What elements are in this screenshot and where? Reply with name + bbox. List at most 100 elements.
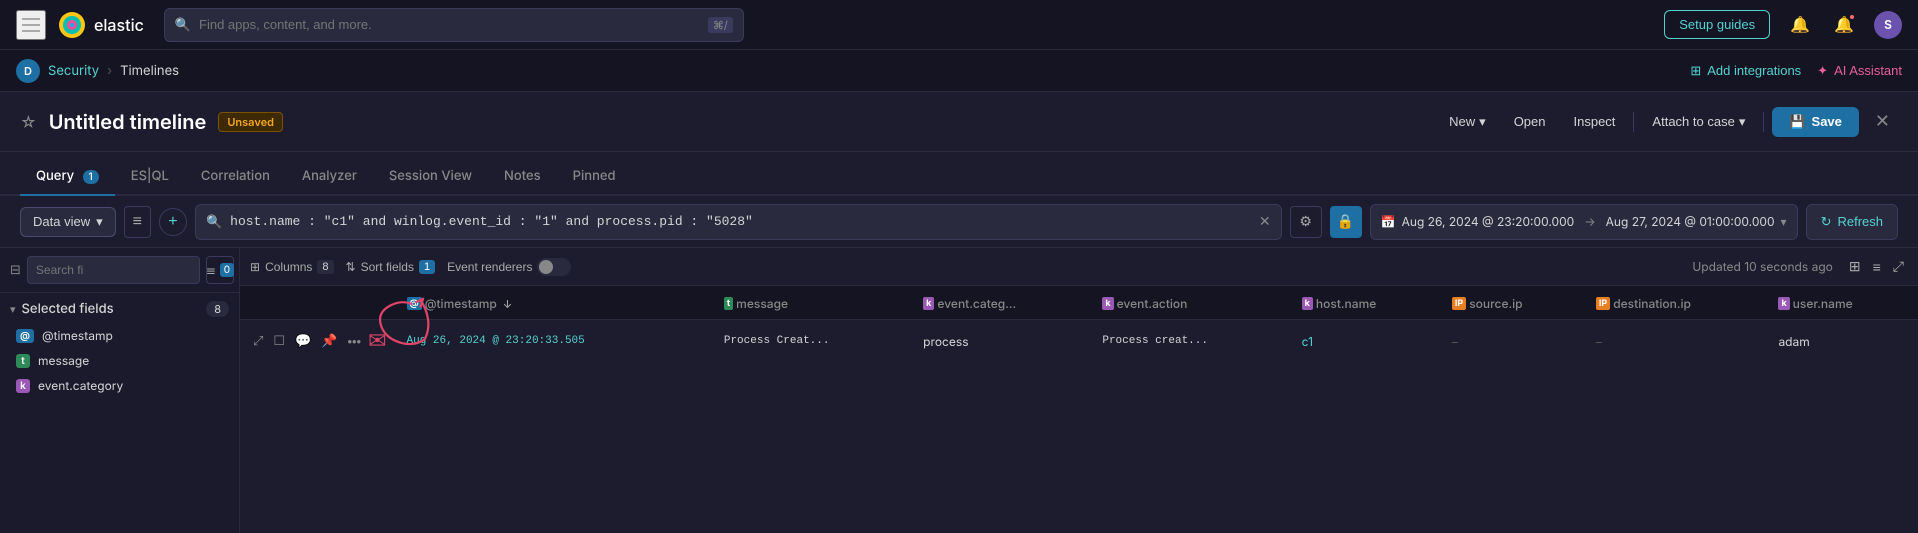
tab-correlation-label: Correlation (201, 168, 270, 184)
inspect-button[interactable]: Inspect (1564, 108, 1626, 135)
nav-right: Setup guides 🔔 🔔 S (1664, 10, 1902, 39)
grid-view-button[interactable]: ⊞ (1845, 256, 1865, 277)
save-icon: 💾 (1789, 114, 1805, 130)
user-avatar[interactable]: S (1874, 11, 1902, 39)
tab-pinned[interactable]: Pinned (557, 158, 632, 196)
calendar-icon: 📅 (1381, 214, 1396, 229)
global-search-bar[interactable]: 🔍 ⌘/ (164, 8, 744, 42)
cell-event-action: Process creat... (1092, 320, 1291, 363)
cell-message: Process Creat... (714, 320, 913, 363)
star-icon[interactable]: ☆ (20, 112, 37, 132)
date-to: Aug 27, 2024 @ 01:00:00.000 (1606, 214, 1775, 229)
notifications-button[interactable]: 🔔 (1786, 11, 1814, 39)
event-renderers-button[interactable]: Event renderers (447, 258, 571, 276)
add-integrations-button[interactable]: ⊞ Add integrations (1690, 63, 1801, 79)
tab-notes[interactable]: Notes (488, 158, 557, 196)
tabs-bar: Query 1 ES|QL Correlation Analyzer Sessi… (0, 152, 1918, 196)
field-type-k-icon: k (16, 379, 30, 393)
refresh-button[interactable]: ↻ Refresh (1806, 204, 1898, 240)
tab-analyzer-label: Analyzer (302, 168, 357, 184)
main-content: ⊟ ≡ 0 ▾ Selected fields 8 @ @timestamp (0, 248, 1918, 533)
msg-type-badge: t (724, 297, 733, 310)
cell-timestamp: Aug 26, 2024 @ 23:20:33.505 (397, 320, 714, 363)
elastic-brand-text: elastic (94, 15, 144, 35)
tab-esql[interactable]: ES|QL (115, 158, 185, 196)
attach-label: Attach to case (1652, 114, 1734, 129)
lock-button[interactable]: 🔒 (1330, 206, 1362, 238)
sort-fields-button[interactable]: ⇅ Sort fields 1 (346, 260, 436, 274)
sort-icon: ⇅ (346, 260, 356, 274)
event-renderers-toggle[interactable] (537, 258, 571, 276)
more-row-button[interactable]: ••• (344, 332, 364, 351)
field-search-input[interactable] (27, 256, 200, 284)
close-button[interactable]: ✕ (1867, 107, 1898, 136)
ai-assistant-button[interactable]: ✦ AI Assistant (1817, 63, 1902, 79)
host-header-label: host.name (1316, 296, 1376, 311)
query-bar: Data view ▾ ≡ + 🔍 ✕ ⚙ 🔒 📅 Aug 26, 2024 @… (0, 196, 1918, 248)
tab-notes-label: Notes (504, 168, 541, 184)
open-button[interactable]: Open (1504, 108, 1556, 135)
global-search-input[interactable] (199, 17, 700, 32)
src-header-label: source.ip (1469, 296, 1522, 311)
field-item-timestamp[interactable]: @ @timestamp (10, 323, 229, 348)
field-search-area: ⊟ ≡ 0 (0, 248, 239, 293)
unsaved-badge: Unsaved (218, 112, 283, 132)
row-actions-cell: ⤢ ☐ 💬 📌 ••• ✉ (240, 320, 397, 363)
alert-badge (1848, 13, 1856, 21)
cell-host-name[interactable]: c1 (1292, 320, 1442, 363)
chevron-down-icon: ▾ (10, 302, 16, 316)
ts-header-label: @timestamp (425, 296, 497, 311)
alerts-button[interactable]: 🔔 (1830, 11, 1858, 39)
selected-fields-label: Selected fields (22, 301, 114, 317)
tab-session[interactable]: Session View (373, 158, 488, 196)
date-expand-button[interactable]: ▾ (1781, 215, 1787, 229)
tab-analyzer[interactable]: Analyzer (286, 158, 373, 196)
col-header-destination-ip: IP destination.ip (1586, 286, 1769, 320)
expand-row-button[interactable]: ⤢ (250, 331, 266, 351)
expand-view-button[interactable]: ⤢ (1889, 256, 1908, 277)
host-type-badge: k (1302, 297, 1313, 310)
save-button[interactable]: 💾 Save (1772, 107, 1859, 137)
panel-toggle-icon[interactable]: ⊟ (10, 262, 21, 278)
events-table: @ @timestamp ↓ t message (240, 286, 1918, 363)
attach-chevron-icon: ▾ (1739, 114, 1746, 130)
breadcrumb-bar: D Security › Timelines ⊞ Add integration… (0, 50, 1918, 92)
field-item-message[interactable]: t message (10, 348, 229, 373)
selected-fields-header[interactable]: ▾ Selected fields 8 (10, 301, 229, 317)
col-header-event-category: k event.categ... (913, 286, 1092, 320)
attach-to-case-button[interactable]: Attach to case ▾ (1642, 108, 1755, 136)
new-button[interactable]: New ▾ (1439, 108, 1496, 136)
note-row-button[interactable]: 💬 (292, 331, 314, 351)
tab-query-badge: 1 (83, 170, 99, 184)
filter-options-button[interactable]: ≡ (124, 206, 151, 238)
cat-type-badge: k (923, 297, 934, 310)
setup-guides-button[interactable]: Setup guides (1664, 10, 1770, 39)
grid-icon: ⊞ (1690, 63, 1701, 79)
hamburger-menu[interactable] (16, 10, 46, 40)
breadcrumb-sep: › (107, 63, 112, 79)
list-view-button[interactable]: ≡ (1869, 256, 1885, 277)
breadcrumb-security[interactable]: Security (48, 63, 99, 79)
columns-button[interactable]: ⊞ Columns 8 (250, 260, 334, 274)
query-input[interactable] (230, 214, 1251, 229)
tab-query-label: Query (36, 168, 74, 184)
query-clear-button[interactable]: ✕ (1259, 213, 1271, 230)
tab-correlation[interactable]: Correlation (185, 158, 286, 196)
select-row-button[interactable]: ☐ (270, 331, 288, 351)
field-item-event-category[interactable]: k event.category (10, 373, 229, 398)
add-filter-button[interactable]: + (159, 208, 187, 236)
pin-row-button[interactable]: 📌 (318, 331, 340, 351)
data-grid-button[interactable]: ⚙ (1290, 206, 1322, 238)
refresh-icon: ↻ (1821, 214, 1832, 230)
field-filter-button[interactable]: ≡ 0 (206, 256, 234, 284)
date-range-picker[interactable]: 📅 Aug 26, 2024 @ 23:20:00.000 → Aug 27, … (1370, 204, 1798, 240)
col-header-event-action: k event.action (1092, 286, 1291, 320)
tab-query[interactable]: Query 1 (20, 158, 115, 196)
action-header-label: event.action (1117, 296, 1188, 311)
ai-icon: ✦ (1817, 63, 1828, 79)
ts-sort-arrow[interactable]: ↓ (503, 297, 512, 311)
updated-text: Updated 10 seconds ago (1692, 259, 1833, 274)
selected-fields-count: 8 (206, 301, 229, 317)
data-view-button[interactable]: Data view ▾ (20, 207, 116, 237)
table-area: ⊞ Columns 8 ⇅ Sort fields 1 Event render… (240, 248, 1918, 533)
